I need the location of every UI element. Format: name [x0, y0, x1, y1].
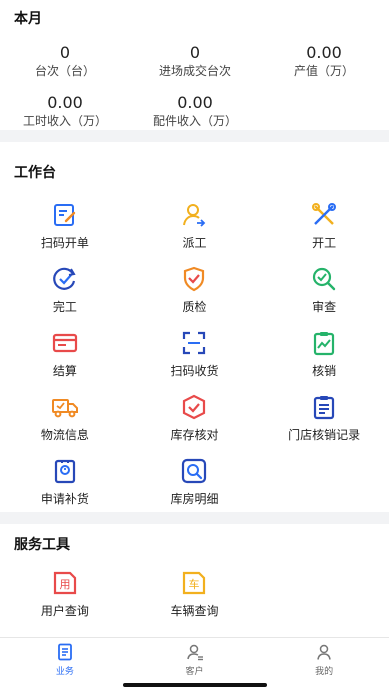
item-logistics[interactable]: 物流信息 [0, 388, 130, 452]
item-settlement[interactable]: 结算 [0, 324, 130, 388]
item-warehouse[interactable]: 库房明细 [130, 452, 260, 516]
workbench-section: 工作台 扫码开单 派工 开工 完工 质检 审查 结算 扫码收货 核销 物流信息 … [0, 142, 389, 512]
warehouse-detail-icon [182, 458, 207, 484]
stat-label: 配件收入（万） [152, 114, 237, 128]
vehicle-query-glyph: 车 [189, 577, 200, 591]
item-label: 物流信息 [40, 428, 89, 442]
stat-value: 0 [189, 43, 201, 62]
item-label: 完工 [52, 300, 77, 314]
stat-value: 0 [59, 43, 71, 62]
stat-label: 工时收入（万） [22, 114, 107, 128]
user-query-icon: 用 [53, 571, 76, 595]
stat-label: 进场成交台次 [158, 64, 231, 78]
scan-frame-icon [183, 331, 206, 355]
item-label: 结算 [52, 364, 77, 378]
tools-icon [312, 203, 337, 225]
item-label: 审查 [312, 300, 337, 314]
tab-label: 我的 [315, 667, 334, 677]
stat-label: 产值（万） [293, 64, 354, 78]
service-tools-section: 服务工具 用 用户查询 车 车辆查询 [0, 524, 389, 629]
item-label: 门店核销记录 [288, 428, 361, 442]
item-label: 质检 [182, 300, 207, 314]
dispatch-person-icon [183, 204, 206, 227]
item-label: 扫码开单 [40, 236, 89, 250]
inventory-check-icon [183, 394, 206, 420]
stat-vehicles: 0 台次（台） [0, 44, 130, 79]
item-label: 车辆查询 [170, 604, 219, 618]
stat-value: 0.00 [47, 93, 83, 112]
item-review[interactable]: 审查 [259, 260, 389, 324]
stat-parts-income: 0.00 配件收入（万） [130, 94, 260, 129]
item-scan-receive[interactable]: 扫码收货 [130, 324, 260, 388]
empty-cell [259, 564, 389, 628]
tab-business[interactable]: 业务 [0, 638, 130, 692]
stat-value: 0.00 [306, 43, 342, 62]
month-title: 本月 [14, 11, 42, 27]
item-label: 库房明细 [170, 492, 219, 506]
item-label: 用户查询 [40, 604, 89, 618]
tab-label: 业务 [55, 667, 74, 677]
item-writeoff[interactable]: 核销 [259, 324, 389, 388]
item-label: 派工 [182, 236, 207, 250]
item-start-work[interactable]: 开工 [259, 196, 389, 260]
settlement-card-icon [52, 333, 77, 353]
item-label: 扫码收货 [170, 364, 219, 378]
tab-label: 客户 [185, 667, 204, 677]
quality-shield-icon [184, 266, 205, 292]
item-label: 库存核对 [170, 428, 219, 442]
complete-check-icon [53, 267, 76, 290]
item-complete[interactable]: 完工 [0, 260, 130, 324]
item-label: 开工 [312, 236, 337, 250]
stat-value: 0.00 [177, 93, 213, 112]
service-tools-title: 服务工具 [14, 537, 70, 553]
stat-labor-income: 0.00 工时收入（万） [0, 94, 130, 129]
service-tools-grid: 用 用户查询 车 车辆查询 [0, 564, 389, 628]
empty-cell [259, 452, 389, 516]
month-section: 本月 0 台次（台） 0 进场成交台次 0.00 产值（万） 0.00 工时收入… [0, 0, 389, 130]
item-dispatch[interactable]: 派工 [130, 196, 260, 260]
truck-icon [51, 399, 78, 418]
store-record-icon [314, 396, 335, 420]
item-scan-order[interactable]: 扫码开单 [0, 196, 130, 260]
scan-order-icon [53, 204, 76, 226]
item-label: 申请补货 [40, 492, 89, 506]
business-doc-icon [57, 643, 72, 661]
stat-output: 0.00 产值（万） [259, 44, 389, 79]
user-query-glyph: 用 [59, 578, 70, 591]
restock-icon [54, 459, 75, 484]
stat-deals: 0 进场成交台次 [130, 44, 260, 79]
item-vehicle-query[interactable]: 车 车辆查询 [130, 564, 260, 628]
item-quality[interactable]: 质检 [130, 260, 260, 324]
writeoff-clipboard-icon [314, 332, 335, 356]
workbench-grid: 扫码开单 派工 开工 完工 质检 审查 结算 扫码收货 核销 物流信息 库存核对… [0, 196, 389, 516]
stat-label: 台次（台） [34, 64, 95, 78]
item-inventory[interactable]: 库存核对 [130, 388, 260, 452]
item-label: 核销 [312, 364, 337, 378]
home-indicator[interactable] [123, 683, 267, 687]
tab-mine[interactable]: 我的 [259, 638, 389, 692]
item-user-query[interactable]: 用 用户查询 [0, 564, 130, 628]
review-search-icon [313, 267, 336, 291]
item-restock[interactable]: 申请补货 [0, 452, 130, 516]
item-store-record[interactable]: 门店核销记录 [259, 388, 389, 452]
profile-person-icon [317, 644, 331, 660]
vehicle-query-icon: 车 [183, 571, 206, 595]
customer-person-icon [186, 644, 203, 661]
month-stats: 0 台次（台） 0 进场成交台次 0.00 产值（万） 0.00 工时收入（万）… [0, 30, 389, 150]
